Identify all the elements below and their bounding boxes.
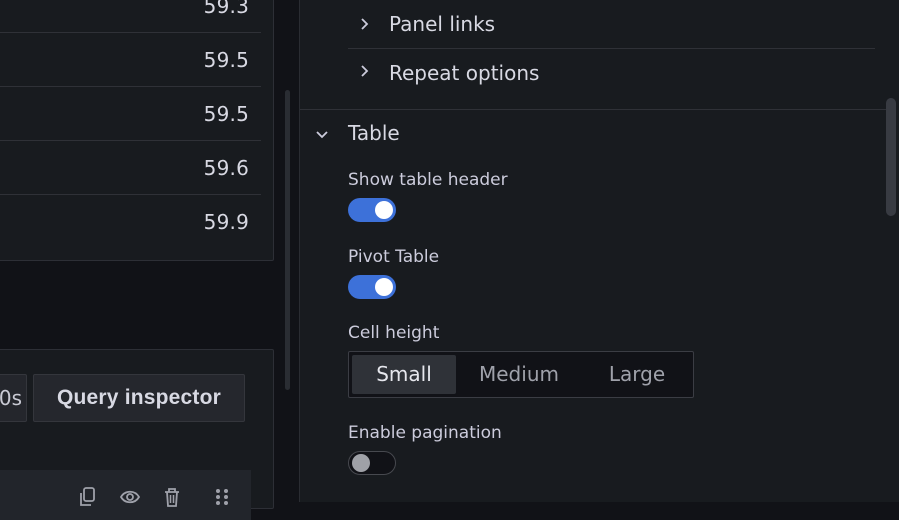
drag-handle-icon[interactable] — [211, 486, 233, 508]
cell-height-option-medium[interactable]: Medium — [463, 355, 575, 394]
category-divider — [300, 109, 886, 110]
table-row: 59.6 — [0, 141, 261, 195]
pagination-label: Enable pagination — [348, 423, 502, 443]
toggle-knob — [352, 454, 370, 472]
table-row: 59.5 — [0, 87, 261, 141]
table-cell-value: 59.3 — [203, 0, 249, 18]
table-cell-value: 59.6 — [203, 155, 249, 180]
cell-height-option-small[interactable]: Small — [352, 355, 456, 394]
pivot-table-label: Pivot Table — [348, 247, 440, 267]
copy-icon[interactable] — [77, 486, 99, 508]
section-panel-links[interactable]: Panel links — [348, 0, 875, 48]
section-label: Repeat options — [389, 61, 540, 85]
chevron-right-icon — [361, 18, 369, 30]
query-interval-field[interactable]: 0s — [0, 374, 27, 422]
options-scrollbar[interactable] — [886, 98, 896, 216]
section-label: Panel links — [389, 12, 496, 36]
pagination-toggle[interactable] — [348, 451, 396, 475]
section-repeat-options[interactable]: Repeat options — [348, 49, 875, 97]
table-cell-value: 59.9 — [203, 210, 249, 234]
show-header-toggle[interactable] — [348, 198, 396, 222]
toggle-knob — [375, 201, 393, 219]
section-table-title[interactable]: Table — [348, 121, 400, 145]
pivot-table-toggle[interactable] — [348, 275, 396, 299]
eye-icon[interactable] — [119, 486, 141, 508]
table-cell-value: 59.5 — [203, 101, 249, 126]
cell-height-option-large[interactable]: Large — [587, 355, 687, 394]
table-row: 59.5 — [0, 33, 261, 87]
query-editor-panel: 0s Query inspector — [0, 349, 274, 520]
panel-preview-area: 59.3 59.5 59.5 59.6 59.9 0s Query inspec… — [0, 0, 285, 520]
query-row-header — [0, 470, 251, 520]
table-panel: 59.3 59.5 59.5 59.6 59.9 — [0, 0, 274, 261]
cell-height-label: Cell height — [348, 323, 440, 343]
cell-height-radio-group: Small Medium Large — [348, 351, 694, 398]
chevron-right-icon — [361, 65, 369, 77]
trash-icon[interactable] — [161, 486, 183, 508]
show-header-label: Show table header — [348, 170, 508, 190]
table-row: 59.9 — [0, 195, 261, 249]
chevron-down-icon[interactable] — [314, 126, 330, 142]
preview-scrollbar[interactable] — [285, 90, 290, 390]
table-row: 59.3 — [0, 0, 261, 33]
table-cell-value: 59.5 — [203, 47, 249, 72]
options-pane: Panel links Repeat options Table Show ta… — [299, 0, 899, 502]
toggle-knob — [375, 278, 393, 296]
query-inspector-button[interactable]: Query inspector — [33, 374, 245, 422]
